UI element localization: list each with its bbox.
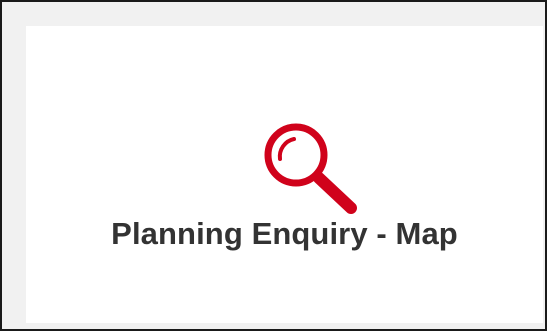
search-icon	[264, 123, 357, 214]
tile-frame: Planning Enquiry - Map	[0, 0, 547, 331]
planning-enquiry-map-tile[interactable]: Planning Enquiry - Map	[26, 26, 543, 323]
tile-label: Planning Enquiry - Map	[111, 216, 458, 251]
